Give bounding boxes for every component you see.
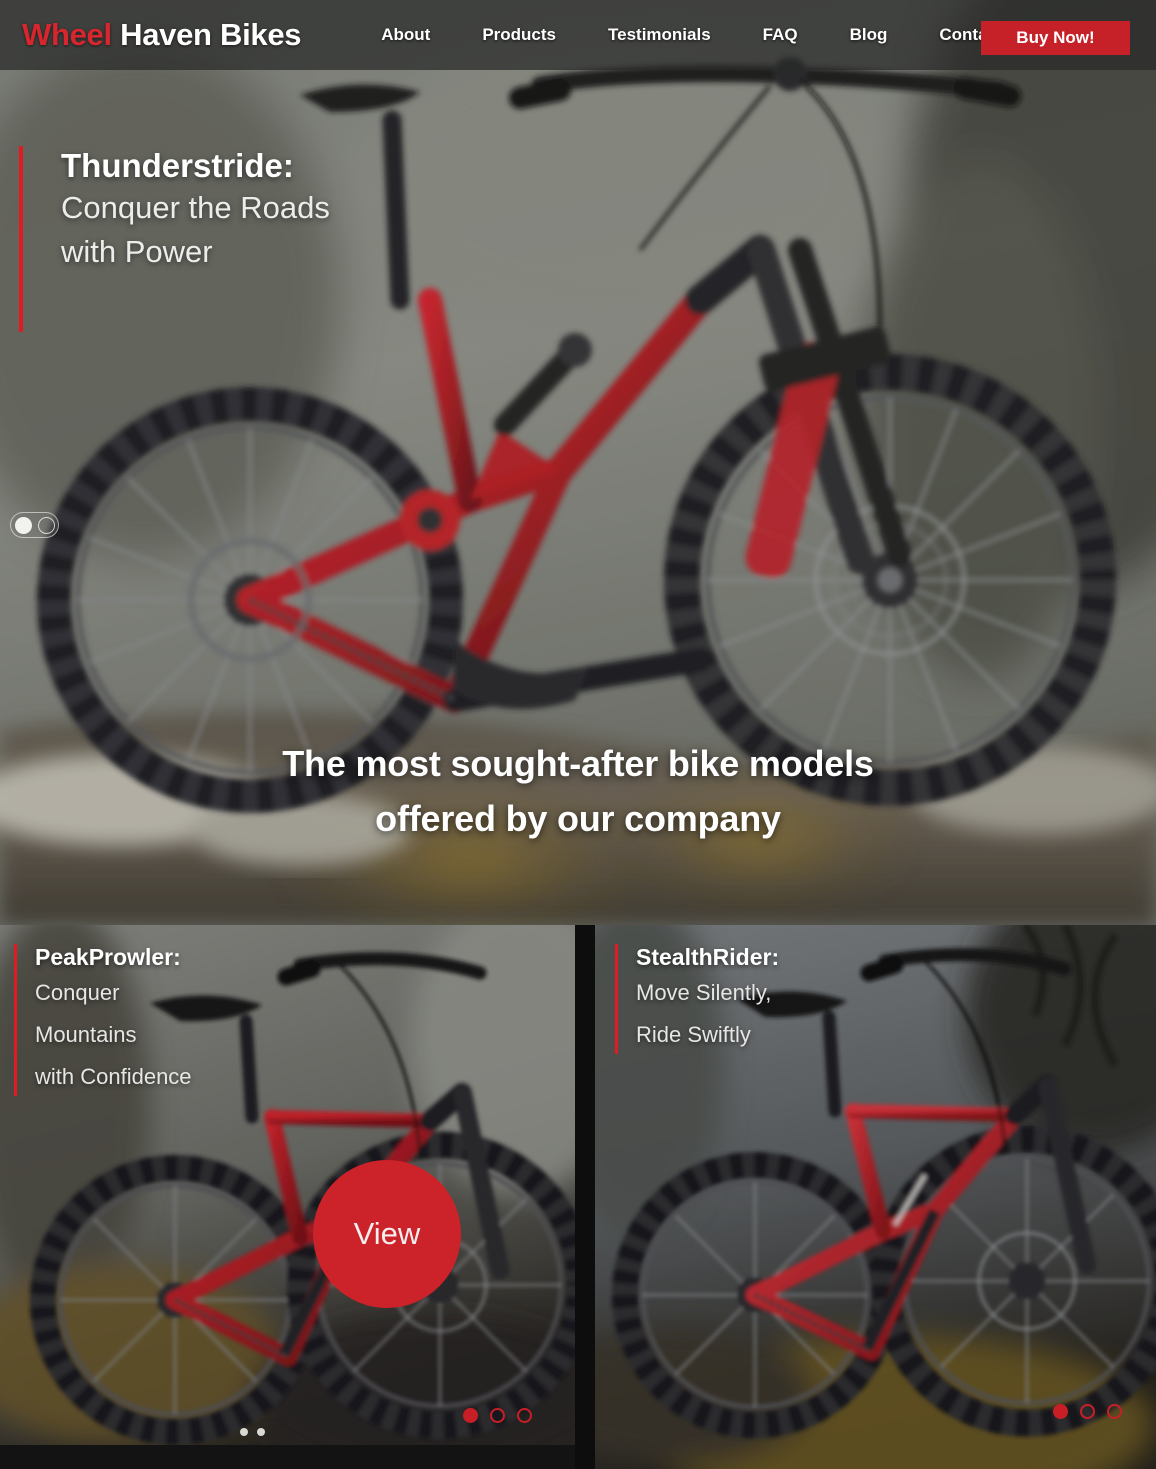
- peakprowler-title: PeakProwler:: [35, 944, 181, 970]
- hero-subtitle-line-2: with Power: [61, 233, 213, 269]
- logo-word-white: Haven Bikes: [120, 17, 302, 52]
- hero-title: Thunderstride:: [61, 147, 294, 184]
- carousel-dot-2[interactable]: [1080, 1404, 1095, 1419]
- nav-item-testimonials[interactable]: Testimonials: [582, 25, 737, 45]
- stealthrider-accent-bar: [615, 944, 618, 1054]
- navigation-bar: Wheel Haven Bikes About Products Testimo…: [0, 0, 1156, 70]
- nav-item-faq[interactable]: FAQ: [737, 25, 824, 45]
- hero-subtitle-line-1: Conquer the Roads: [61, 190, 330, 226]
- toggle-dot-active[interactable]: [15, 516, 32, 534]
- toggle-dot-inactive[interactable]: [38, 516, 55, 534]
- peakprowler-subtitle-line-3: with Confidence: [35, 1064, 192, 1090]
- carousel-dot-1[interactable]: [1053, 1404, 1068, 1419]
- peakprowler-text-block: PeakProwler: Conquer Mountains with Conf…: [35, 944, 192, 1098]
- carousel-dot-1[interactable]: [463, 1408, 478, 1423]
- nav-links: About Products Testimonials FAQ Blog Con…: [355, 25, 1028, 45]
- hero-carousel-toggle[interactable]: [10, 512, 59, 538]
- site-logo[interactable]: Wheel Haven Bikes: [22, 17, 302, 53]
- peakprowler-subtitle-line-1: Conquer: [35, 979, 120, 1005]
- carousel-dot-3[interactable]: [1107, 1404, 1122, 1419]
- tagline-line-2: offered by our company: [375, 797, 781, 839]
- hero-tagline: The most sought-after bike models offere…: [0, 737, 1156, 846]
- view-button-label: View: [353, 1216, 421, 1251]
- stealthrider-caption: StealthRider: Move Silently, Ride Swiftl…: [615, 944, 779, 1056]
- stealthrider-title: StealthRider:: [636, 944, 780, 970]
- hero-caption: Thunderstride: Conquer the Roads with Po…: [19, 146, 330, 332]
- product-card-stealthrider[interactable]: StealthRider: Move Silently, Ride Swiftl…: [595, 925, 1156, 1469]
- peakprowler-carousel-dots: [463, 1408, 532, 1423]
- buy-now-button[interactable]: Buy Now!: [981, 21, 1130, 55]
- nav-item-products[interactable]: Products: [456, 25, 582, 45]
- carousel-dot-2[interactable]: [490, 1408, 505, 1423]
- peakprowler-accent-bar: [14, 944, 17, 1096]
- carousel-dot-3[interactable]: [517, 1408, 532, 1423]
- logo-word-red: Wheel: [22, 17, 112, 52]
- nav-item-blog[interactable]: Blog: [824, 25, 914, 45]
- hero-text-block: Thunderstride: Conquer the Roads with Po…: [61, 146, 330, 332]
- stealthrider-text-block: StealthRider: Move Silently, Ride Swiftl…: [636, 944, 779, 1056]
- view-button[interactable]: View: [313, 1160, 461, 1308]
- tagline-line-1: The most sought-after bike models: [282, 743, 874, 784]
- stealthrider-carousel-dots: [1053, 1404, 1122, 1419]
- product-card-peakprowler[interactable]: PeakProwler: Conquer Mountains with Conf…: [0, 925, 575, 1445]
- nav-item-about[interactable]: About: [355, 25, 456, 45]
- hero-section: Wheel Haven Bikes About Products Testimo…: [0, 0, 1156, 925]
- stealthrider-subtitle-line-1: Move Silently,: [636, 979, 772, 1005]
- mini-dot-1[interactable]: [240, 1428, 248, 1436]
- peakprowler-subtitle-line-2: Mountains: [35, 1021, 137, 1047]
- left-card-bottom-filler: [0, 1445, 575, 1469]
- mini-dot-2[interactable]: [257, 1428, 265, 1436]
- mini-indicator-dots: [240, 1428, 265, 1436]
- stealthrider-subtitle-line-2: Ride Swiftly: [636, 1021, 751, 1047]
- hero-accent-bar: [19, 146, 23, 332]
- peakprowler-caption: PeakProwler: Conquer Mountains with Conf…: [14, 944, 192, 1098]
